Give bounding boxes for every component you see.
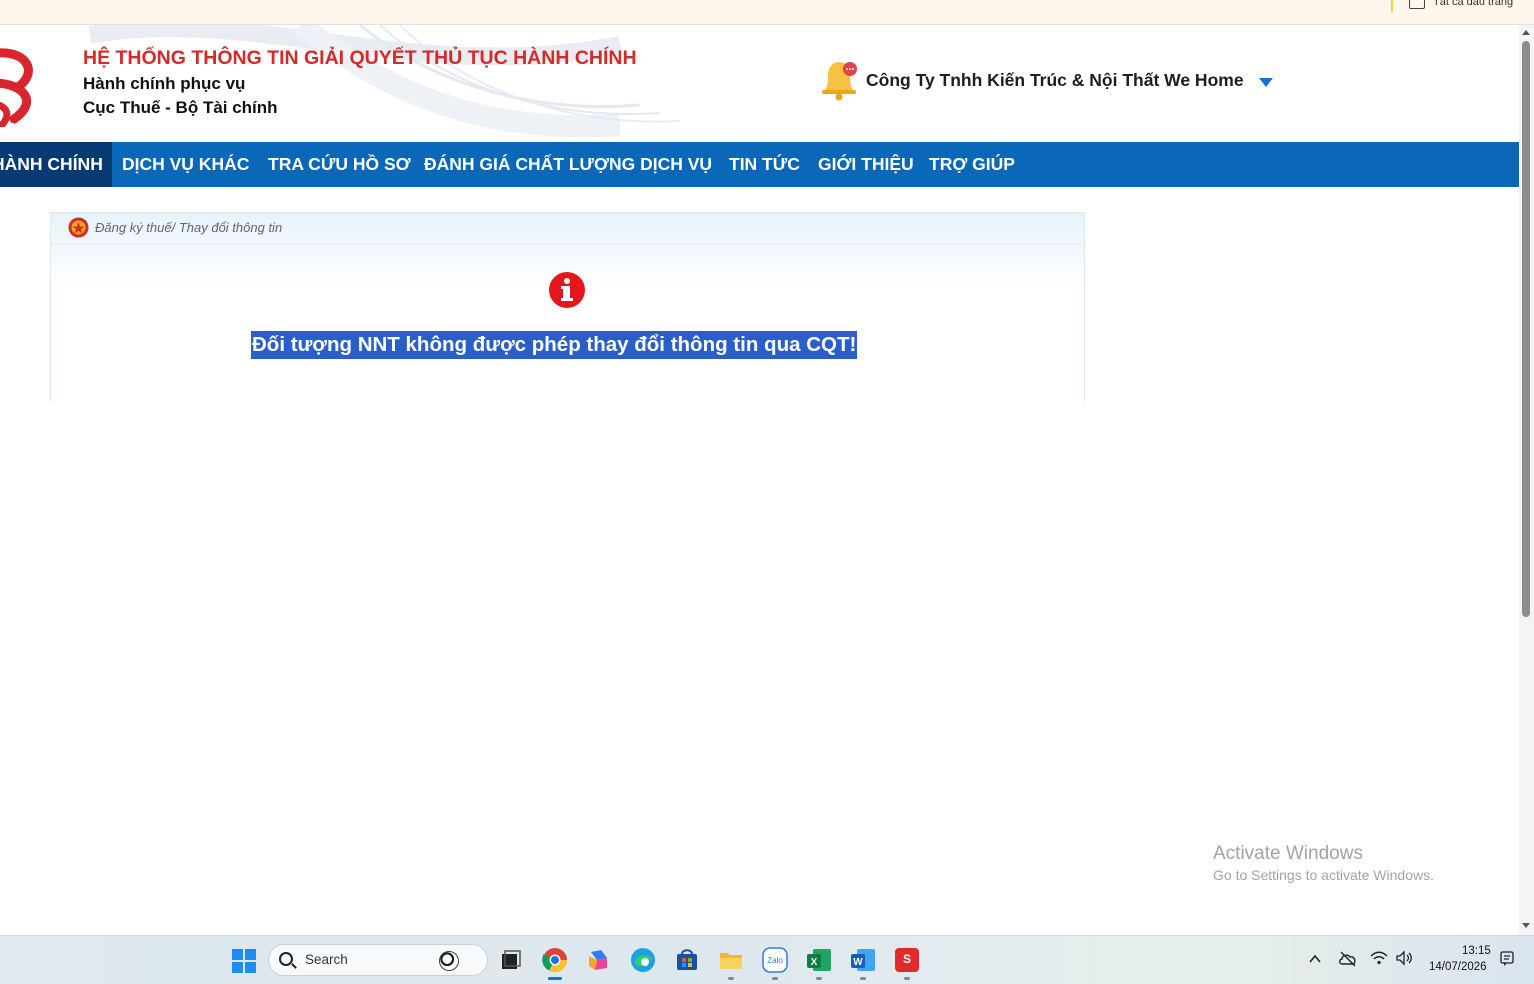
national-emblem-icon — [68, 217, 89, 238]
main-nav: HÀNH CHÍNH DỊCH VỤ KHÁC TRA CỨU HỒ SƠ ĐÁ… — [0, 142, 1519, 187]
onedrive-offline-icon[interactable] — [1338, 950, 1358, 968]
government-logo[interactable] — [0, 43, 44, 127]
excel-icon[interactable]: X — [805, 946, 833, 974]
clock-time[interactable]: 13:15 — [1462, 945, 1491, 957]
site-title: HỆ THỐNG THÔNG TIN GIẢI QUYẾT THỦ TỤC HÀ… — [83, 47, 637, 69]
svg-text:Zalo: Zalo — [767, 956, 783, 965]
chrome-active-indicator — [548, 977, 562, 980]
site-agency: Cục Thuế - Bộ Tài chính — [83, 98, 278, 117]
panel-header: Đăng ký thuế/ Thay đổi thông tin — [51, 213, 1084, 244]
page-scrollbar[interactable] — [1519, 25, 1534, 935]
clock-date[interactable]: 14/07/2026 — [1429, 961, 1487, 973]
store-icon[interactable] — [673, 946, 701, 974]
info-icon — [549, 272, 585, 308]
wifi-icon[interactable] — [1370, 950, 1388, 966]
account-dropdown-icon[interactable] — [1259, 78, 1273, 87]
notification-bell-icon[interactable] — [818, 57, 860, 101]
nav-item-danh-gia[interactable]: ĐÁNH GIÁ CHẤT LƯỢNG DỊCH VỤ — [424, 142, 712, 187]
bookmark-folder-icon[interactable] — [1409, 0, 1425, 9]
all-bookmarks-link[interactable]: Tất cả dấu trang — [1433, 0, 1513, 8]
content-panel: Đăng ký thuế/ Thay đổi thông tin Đối tượ… — [50, 212, 1085, 401]
search-icon — [279, 952, 293, 966]
copilot-icon[interactable] — [585, 946, 613, 974]
nav-item-dich-vu-khac[interactable]: DỊCH VỤ KHÁC — [122, 142, 249, 187]
task-view-icon[interactable] — [497, 946, 525, 974]
zalo-indicator — [772, 977, 778, 980]
word-icon[interactable]: W — [849, 946, 877, 974]
chrome-icon[interactable] — [541, 946, 569, 974]
excel-indicator — [816, 977, 822, 980]
show-hidden-icons-icon[interactable] — [1308, 953, 1322, 965]
scroll-up-icon[interactable] — [1522, 30, 1530, 35]
site-subtitle: Hành chính phục vụ — [83, 74, 246, 93]
invoice-app-icon[interactable]: S — [893, 946, 921, 974]
error-message: Đối tượng NNT không được phép thay đổi t… — [251, 331, 858, 359]
edge-icon[interactable] — [629, 946, 657, 974]
svg-text:W: W — [853, 957, 863, 968]
breadcrumb: Đăng ký thuế/ Thay đổi thông tin — [95, 220, 283, 235]
nav-item-tro-giup[interactable]: TRỢ GIÚP — [929, 142, 1015, 187]
activate-windows-subtitle: Go to Settings to activate Windows. — [1213, 867, 1434, 883]
invoice-app-indicator — [904, 977, 910, 980]
start-icon[interactable] — [230, 947, 258, 975]
volume-icon[interactable] — [1395, 950, 1413, 966]
nav-item-gioi-thieu[interactable]: GIỚI THIỆU — [818, 142, 914, 187]
bookmarks-divider — [1391, 0, 1393, 12]
bookmarks-bar: Tất cả dấu trang — [0, 0, 1534, 25]
search-label: Search — [305, 952, 348, 967]
svg-text:X: X — [811, 957, 818, 968]
svg-text:S: S — [903, 952, 911, 966]
taskbar: Search Zalo X W S 13:15 14/07/2026 — [0, 935, 1534, 984]
notifications-icon[interactable] — [1500, 951, 1514, 967]
site-header: HỆ THỐNG THÔNG TIN GIẢI QUYẾT THỦ TỤC HÀ… — [0, 25, 1519, 141]
scroll-down-icon[interactable] — [1522, 923, 1530, 928]
file-explorer-icon[interactable] — [717, 946, 745, 974]
search-highlight-icon — [439, 951, 459, 971]
activate-windows-title: Activate Windows — [1213, 843, 1363, 864]
nav-item-hanh-chinh[interactable]: HÀNH CHÍNH — [0, 142, 112, 187]
zalo-icon[interactable]: Zalo — [761, 946, 789, 974]
taskbar-search[interactable]: Search — [268, 944, 488, 976]
word-indicator — [860, 977, 866, 980]
company-name[interactable]: Công Ty Tnhh Kiến Trúc & Nội Thất We Hom… — [866, 70, 1244, 91]
nav-item-tra-cuu-ho-so[interactable]: TRA CỨU HỒ SƠ — [268, 142, 411, 187]
scrollbar-thumb[interactable] — [1522, 41, 1530, 617]
nav-item-tin-tuc[interactable]: TIN TỨC — [729, 142, 800, 187]
file-explorer-indicator — [728, 977, 734, 980]
